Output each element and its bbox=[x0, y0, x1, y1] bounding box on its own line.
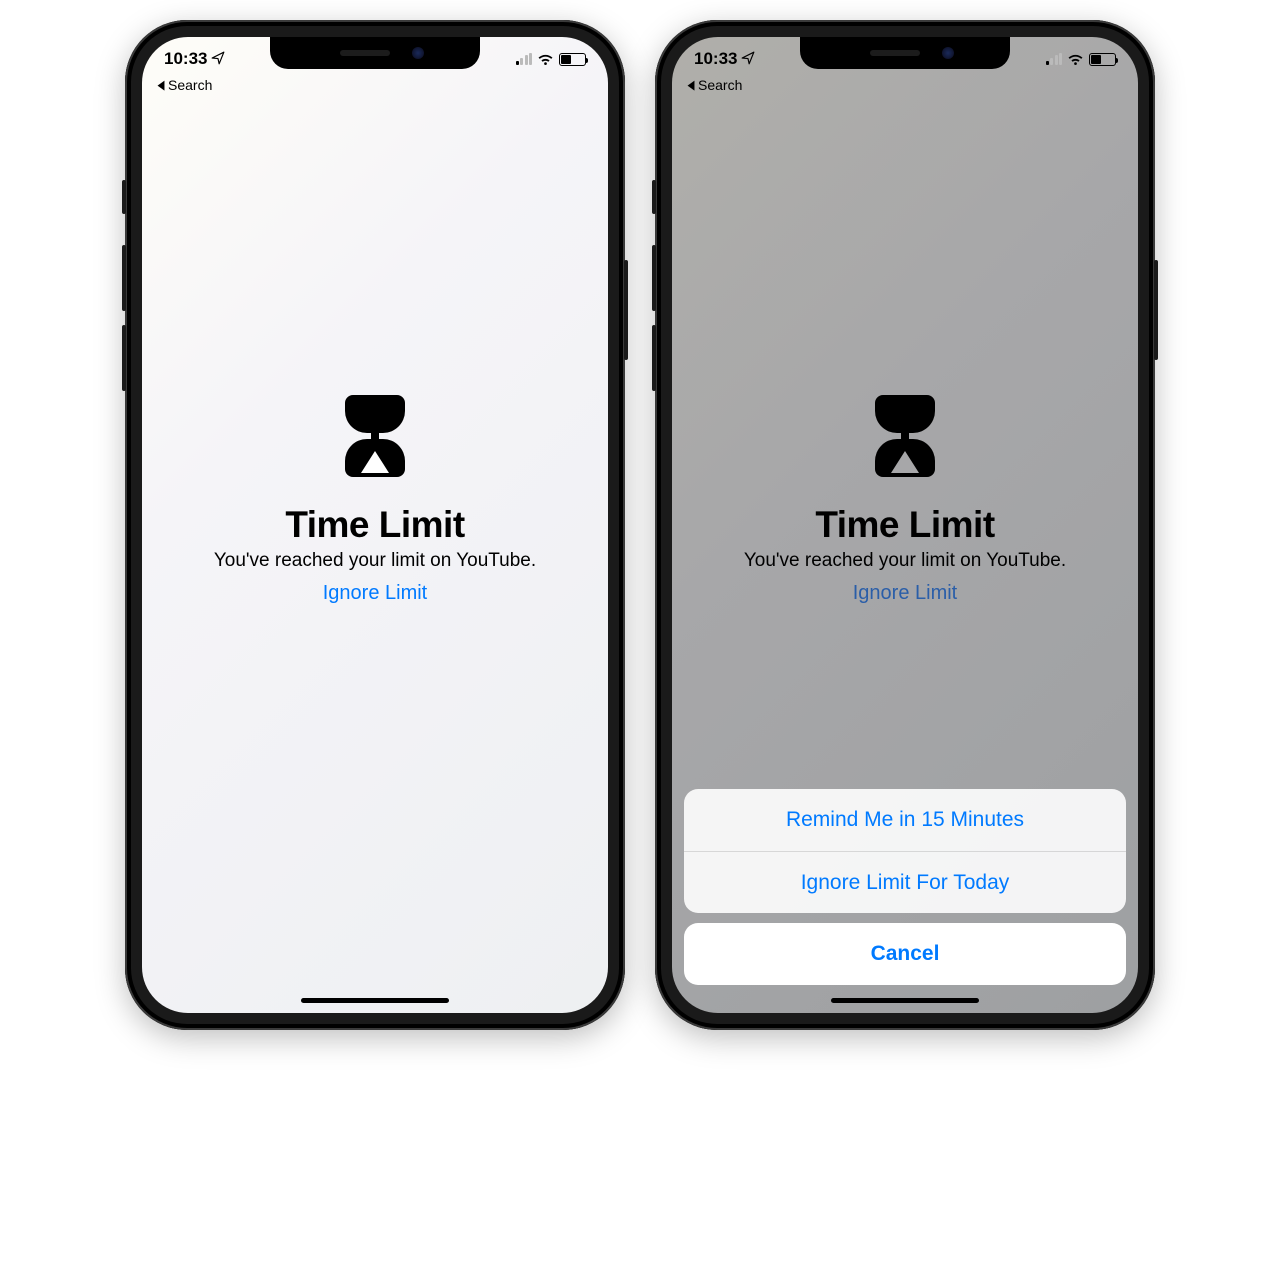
notch bbox=[270, 37, 480, 69]
status-indicators bbox=[1046, 53, 1117, 66]
wifi-icon bbox=[537, 53, 554, 66]
battery-icon bbox=[559, 53, 586, 66]
battery-level bbox=[1091, 55, 1101, 64]
iphone-frame-left: 10:33 ◀ Search bbox=[125, 20, 625, 1030]
side-button bbox=[624, 260, 628, 360]
volume-up-button bbox=[122, 245, 126, 311]
cancel-button[interactable]: Cancel bbox=[684, 923, 1126, 985]
screen-left: 10:33 ◀ Search bbox=[142, 37, 608, 1013]
volume-down-button bbox=[652, 325, 656, 391]
ignore-limit-button[interactable]: Ignore Limit bbox=[323, 582, 428, 605]
home-indicator[interactable] bbox=[301, 998, 449, 1003]
ignore-limit-button[interactable]: Ignore Limit bbox=[853, 582, 958, 605]
status-time-group: 10:33 bbox=[694, 49, 755, 69]
wifi-icon bbox=[1067, 53, 1084, 66]
time-limit-subtitle: You've reached your limit on YouTube. bbox=[744, 550, 1066, 572]
battery-icon bbox=[1089, 53, 1116, 66]
volume-up-button bbox=[652, 245, 656, 311]
battery-level bbox=[561, 55, 571, 64]
time-limit-title: Time Limit bbox=[815, 504, 994, 546]
status-time: 10:33 bbox=[164, 49, 207, 69]
remind-in-15-button[interactable]: Remind Me in 15 Minutes bbox=[684, 789, 1126, 851]
cellular-signal-icon bbox=[516, 53, 533, 65]
location-arrow-icon bbox=[211, 51, 225, 68]
side-button bbox=[1154, 260, 1158, 360]
time-limit-title: Time Limit bbox=[285, 504, 464, 546]
hourglass-icon bbox=[875, 395, 935, 482]
notch bbox=[800, 37, 1010, 69]
time-limit-subtitle: You've reached your limit on YouTube. bbox=[214, 550, 536, 572]
status-indicators bbox=[516, 53, 587, 66]
ignore-for-today-button[interactable]: Ignore Limit For Today bbox=[684, 851, 1126, 913]
mute-switch bbox=[652, 180, 656, 214]
time-limit-content: Time Limit You've reached your limit on … bbox=[142, 37, 608, 1013]
hourglass-icon bbox=[345, 395, 405, 482]
volume-down-button bbox=[122, 325, 126, 391]
action-sheet-options: Remind Me in 15 Minutes Ignore Limit For… bbox=[684, 789, 1126, 913]
status-time: 10:33 bbox=[694, 49, 737, 69]
ignore-limit-action-sheet: Remind Me in 15 Minutes Ignore Limit For… bbox=[684, 789, 1126, 1001]
screen-right: 10:33 ◀ Search bbox=[672, 37, 1138, 1013]
location-arrow-icon bbox=[741, 51, 755, 68]
cellular-signal-icon bbox=[1046, 53, 1063, 65]
status-time-group: 10:33 bbox=[164, 49, 225, 69]
iphone-frame-right: 10:33 ◀ Search bbox=[655, 20, 1155, 1030]
mute-switch bbox=[122, 180, 126, 214]
